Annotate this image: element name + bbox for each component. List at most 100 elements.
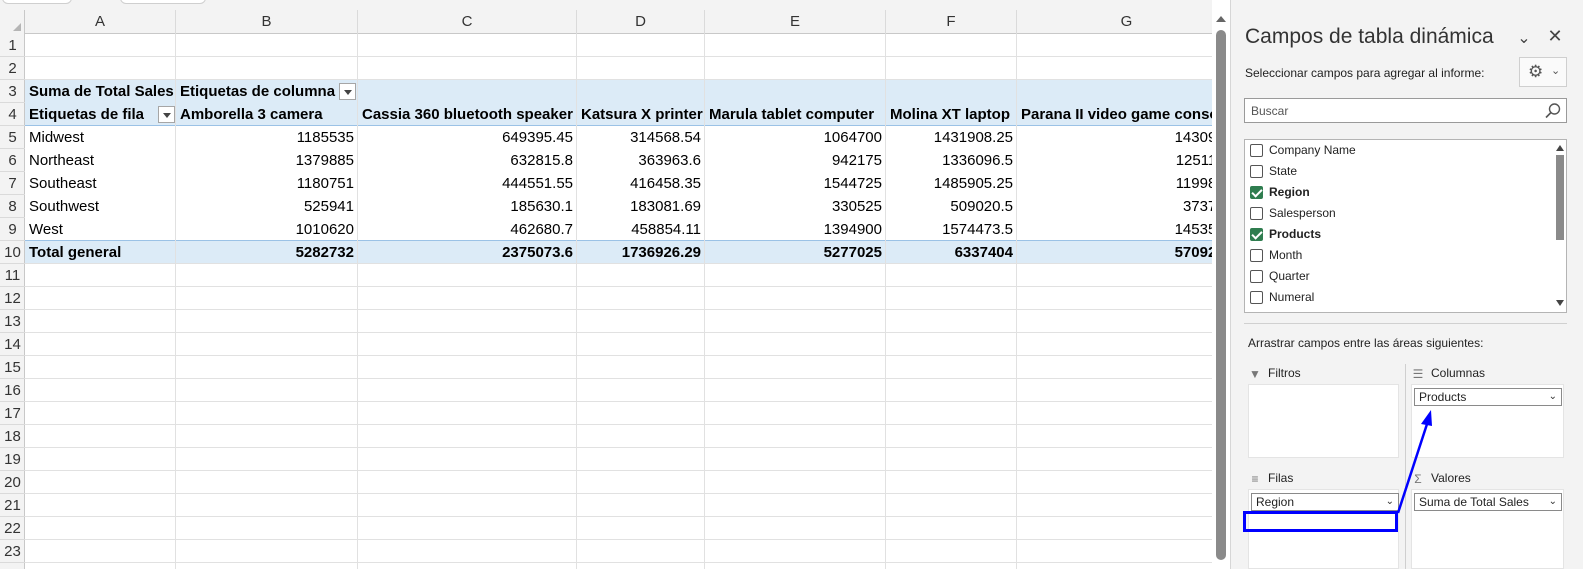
value-cell[interactable]: 1064700 — [705, 126, 886, 149]
region-label[interactable]: Southwest — [25, 195, 176, 218]
column-header-d[interactable]: D — [577, 10, 705, 34]
cell-grid[interactable]: Suma de Total Sales Etiquetas de columna… — [25, 34, 1212, 569]
close-icon[interactable]: ✕ — [1545, 26, 1565, 48]
row-header[interactable]: 8 — [0, 195, 25, 218]
row-header[interactable]: 12 — [0, 287, 25, 310]
row-header[interactable]: 4 — [0, 103, 25, 126]
rows-field-pill[interactable]: Region ⌄ — [1251, 493, 1399, 511]
values-drop-zone[interactable]: Suma de Total Sales ⌄ — [1411, 489, 1564, 569]
value-cell[interactable]: 942175 — [705, 149, 886, 172]
grand-total-label[interactable]: Total general — [25, 241, 176, 264]
region-label[interactable]: Midwest — [25, 126, 176, 149]
scroll-up-arrow-icon[interactable] — [1216, 16, 1226, 22]
total-cell[interactable]: 6337404 — [886, 241, 1017, 264]
row-header[interactable]: 5 — [0, 126, 25, 149]
value-cell[interactable]: 462680.7 — [358, 218, 577, 241]
row-header[interactable]: 18 — [0, 425, 25, 448]
column-header-b[interactable]: B — [176, 10, 358, 34]
row-header[interactable]: 19 — [0, 448, 25, 471]
row-header[interactable]: 6 — [0, 149, 25, 172]
value-cell[interactable]: 1199809 — [1017, 172, 1212, 195]
row-header[interactable]: 15 — [0, 356, 25, 379]
value-cell[interactable]: 1010620 — [176, 218, 358, 241]
row-header[interactable]: 9 — [0, 218, 25, 241]
spreadsheet[interactable]: A B C D E F G 1 2 3 4 5 6 7 8 9 10 11 12… — [0, 0, 1212, 569]
row-header[interactable]: 16 — [0, 379, 25, 402]
select-all-corner[interactable] — [0, 10, 25, 34]
chevron-down-icon[interactable]: ⌄ — [1549, 389, 1557, 405]
value-cell[interactable]: 1430919 — [1017, 126, 1212, 149]
value-cell[interactable]: 314568.54 — [577, 126, 705, 149]
value-cell[interactable]: 373780 — [1017, 195, 1212, 218]
product-header[interactable]: Cassia 360 bluetooth speaker — [358, 103, 577, 126]
row-header[interactable]: 3 — [0, 80, 25, 103]
column-header-e[interactable]: E — [705, 10, 886, 34]
product-header[interactable]: Amborella 3 camera — [176, 103, 358, 126]
row-labels-filter-button[interactable] — [158, 106, 175, 123]
value-cell[interactable]: 1574473.5 — [886, 218, 1017, 241]
value-cell[interactable]: 525941 — [176, 195, 358, 218]
region-label[interactable]: Northeast — [25, 149, 176, 172]
field-checkbox[interactable] — [1250, 312, 1263, 313]
field-checkbox[interactable] — [1250, 165, 1263, 178]
product-header[interactable]: Molina XT laptop — [886, 103, 1017, 126]
total-cell[interactable]: 2375073.6 — [358, 241, 577, 264]
vertical-scrollbar[interactable] — [1212, 10, 1230, 569]
columns-field-pill[interactable]: Products ⌄ — [1414, 388, 1562, 406]
total-cell[interactable]: 5709200 — [1017, 241, 1212, 264]
value-cell[interactable]: 1453590 — [1017, 218, 1212, 241]
values-field-pill[interactable]: Suma de Total Sales ⌄ — [1414, 493, 1562, 511]
product-header[interactable]: Marula tablet computer — [705, 103, 886, 126]
scroll-up-arrow-icon[interactable] — [1556, 145, 1564, 151]
field-checkbox[interactable] — [1250, 144, 1263, 157]
field-search-box[interactable] — [1244, 98, 1567, 123]
column-labels-filter-button[interactable] — [339, 83, 356, 100]
row-header[interactable]: 17 — [0, 402, 25, 425]
row-header[interactable]: 14 — [0, 333, 25, 356]
value-cell[interactable]: 1185535 — [176, 126, 358, 149]
field-checkbox[interactable] — [1250, 270, 1263, 283]
column-header-c[interactable]: C — [358, 10, 577, 34]
scroll-down-arrow-icon[interactable] — [1556, 300, 1564, 306]
value-cell[interactable]: 330525 — [705, 195, 886, 218]
value-cell[interactable]: 185630.1 — [358, 195, 577, 218]
search-icon[interactable] — [1544, 102, 1562, 120]
chevron-down-icon[interactable]: ⌄ — [1514, 28, 1534, 48]
sheet-tab-hint[interactable] — [120, 0, 206, 4]
row-header[interactable]: 10 — [0, 241, 25, 264]
chevron-down-icon[interactable]: ⌄ — [1386, 494, 1394, 510]
field-checkbox[interactable] — [1250, 207, 1263, 220]
columns-drop-zone[interactable]: Products ⌄ — [1411, 384, 1564, 458]
sheet-tab-hint[interactable] — [2, 0, 72, 4]
total-cell[interactable]: 5282732 — [176, 241, 358, 264]
region-label[interactable]: West — [25, 218, 176, 241]
value-cell[interactable]: 1485905.25 — [886, 172, 1017, 195]
region-label[interactable]: Southeast — [25, 172, 176, 195]
column-header-g[interactable]: G — [1017, 10, 1212, 34]
tools-gear-button[interactable]: ⚙ ⌄ — [1519, 57, 1567, 87]
value-cell[interactable]: 183081.69 — [577, 195, 705, 218]
field-checkbox[interactable] — [1250, 291, 1263, 304]
value-cell[interactable]: 363963.6 — [577, 149, 705, 172]
value-cell[interactable]: 1336096.5 — [886, 149, 1017, 172]
row-header[interactable]: 7 — [0, 172, 25, 195]
field-checkbox-checked[interactable] — [1250, 186, 1263, 199]
field-checkbox-checked[interactable] — [1250, 228, 1263, 241]
filters-drop-zone[interactable] — [1248, 384, 1399, 458]
value-cell[interactable]: 1394900 — [705, 218, 886, 241]
field-list[interactable]: Company Name State Region Salesperson Pr… — [1244, 139, 1567, 313]
total-cell[interactable]: 1736926.29 — [577, 241, 705, 264]
field-search-input[interactable] — [1245, 99, 1535, 122]
value-cell[interactable]: 1544725 — [705, 172, 886, 195]
row-header[interactable]: 22 — [0, 517, 25, 540]
column-header-f[interactable]: F — [886, 10, 1017, 34]
product-header[interactable]: Parana II video game console — [1017, 103, 1212, 126]
value-cell[interactable]: 458854.11 — [577, 218, 705, 241]
value-cell[interactable]: 1251100 — [1017, 149, 1212, 172]
scroll-thumb[interactable] — [1216, 30, 1226, 560]
value-cell[interactable]: 509020.5 — [886, 195, 1017, 218]
pivot-column-labels[interactable]: Etiquetas de columna — [176, 80, 341, 103]
pivot-row-labels[interactable]: Etiquetas de fila — [25, 103, 160, 126]
row-header[interactable]: 1 — [0, 34, 25, 57]
value-cell[interactable]: 444551.55 — [358, 172, 577, 195]
